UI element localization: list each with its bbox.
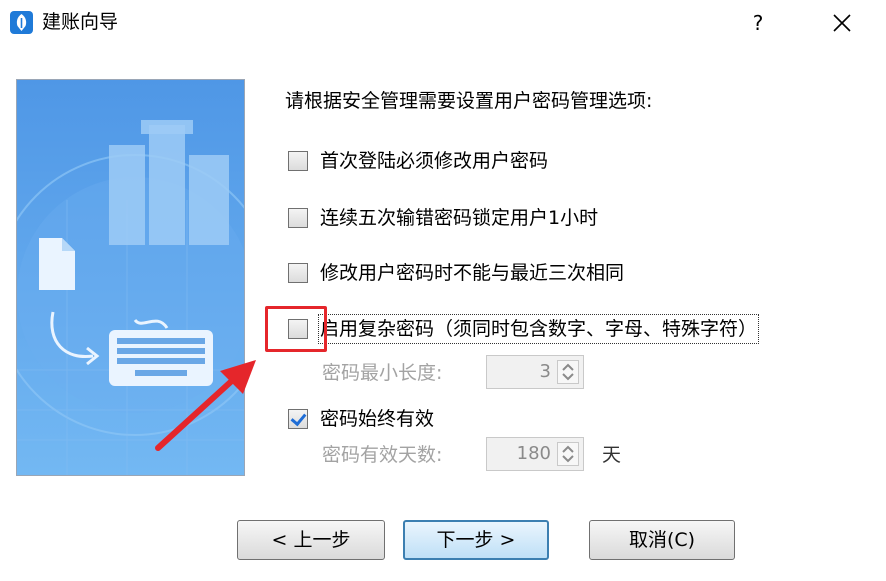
annotation-arrow-icon bbox=[155, 360, 256, 451]
back-button[interactable]: < 上一步 bbox=[237, 520, 385, 560]
next-button[interactable]: 下一步 > bbox=[403, 520, 549, 560]
cancel-button[interactable]: 取消(C) bbox=[589, 520, 735, 560]
